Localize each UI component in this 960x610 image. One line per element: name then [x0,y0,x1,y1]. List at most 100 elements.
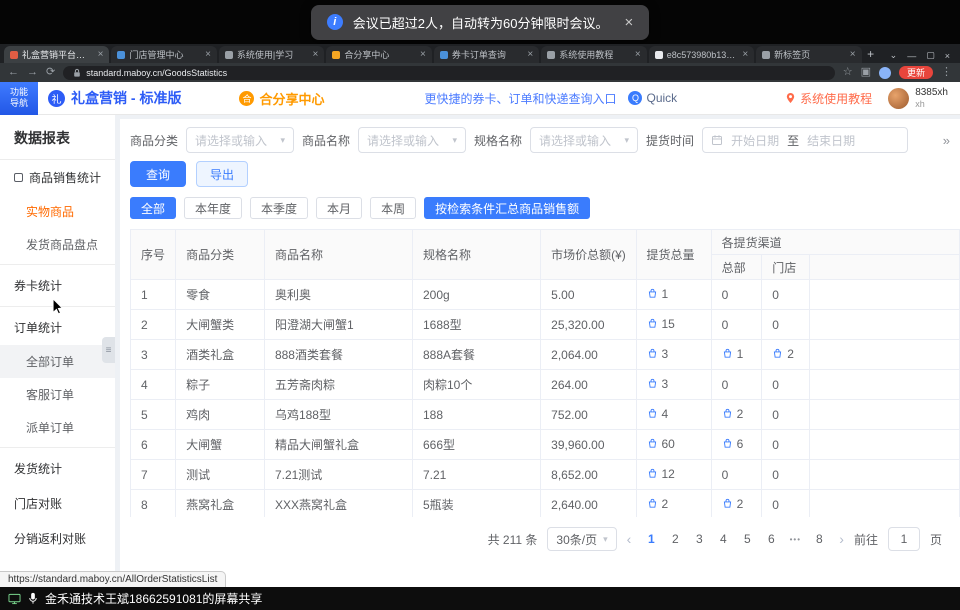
range-tab[interactable]: 本年度 [184,197,242,219]
sidebar-item-goods-sales-stats[interactable]: 商品销售统计 [0,160,115,195]
sidebar-item-shipment-goods-inventory[interactable]: 发货商品盘点 [0,228,115,261]
browser-tab[interactable]: 礼盒营销平台管理中心× [4,46,109,63]
page-number[interactable]: 4 [713,528,733,550]
cell-qty: 60 [636,430,711,460]
cell-name: 精品大闸蟹礼盒 [264,430,412,460]
url-text: standard.maboy.cn/GoodsStatistics [86,68,227,78]
sidebar-item-all-orders[interactable]: 全部订单 [0,345,115,378]
sidebar-item-physical-goods[interactable]: 实物商品 [0,195,115,228]
back-icon[interactable]: ← [8,67,19,78]
tab-close-icon[interactable]: × [635,50,641,60]
forward-icon[interactable]: → [27,67,38,78]
maximize-icon[interactable]: ▢ [926,50,935,61]
share-center-link[interactable]: 合 合分享中心 [239,89,324,108]
bookmark-star-icon[interactable]: ☆ [843,67,853,78]
screen-share-bar: 金禾通技术王斌18662591081的屏幕共享 [0,587,960,610]
page-number[interactable]: 2 [665,528,685,550]
page-ellipsis: ••• [785,528,805,550]
prev-page-icon[interactable]: ‹ [627,531,632,547]
sidebar-item-store-reconciliation[interactable]: 门店对账 [0,486,115,521]
tab-close-icon[interactable]: × [527,50,533,60]
extensions-icon[interactable]: ▣ [861,67,871,78]
sidebar-item-order-stats[interactable]: 订单统计 [0,310,115,345]
page-number[interactable]: 1 [641,528,661,550]
user-name: 8385xh [915,87,948,99]
goto-page-input[interactable]: 1 [888,527,920,551]
pagination-pages: 123456•••8 [641,528,829,550]
sidebar-item-label: 分销返利对账 [14,530,86,547]
minimize-icon[interactable]: — [907,51,916,61]
sidebar-item-service-orders[interactable]: 客服订单 [0,378,115,411]
tab-close-icon[interactable]: × [205,50,211,60]
close-icon[interactable]: × [624,15,633,30]
sidebar-item-card-stats[interactable]: 券卡统计 [0,268,115,303]
url-bar[interactable]: standard.maboy.cn/GoodsStatistics [63,66,834,80]
page-size-select[interactable]: 30条/页 ▾ [547,527,616,551]
tab-close-icon[interactable]: × [850,50,856,60]
sidebar-collapse-toggle[interactable]: ≡ [102,337,115,363]
function-nav-button[interactable]: 功能 导航 [0,82,38,115]
browser-tab[interactable]: e8c573980b1328a258fd2e6f× [649,46,754,63]
cell-spec: 5瓶装 [412,490,540,518]
browser-tab[interactable]: 门店管理中心× [111,46,216,63]
sidebar-item-dispatch-orders[interactable]: 派单订单 [0,411,115,444]
cell-hq: 6 [711,430,762,460]
profile-avatar[interactable] [879,67,891,79]
pickup-icon [722,348,733,362]
browser-tab[interactable]: 系统使用|学习× [219,46,324,63]
sidebar-menu: 商品销售统计实物商品发货商品盘点券卡统计订单统计全部订单客服订单派单订单发货统计… [0,160,115,556]
tab-close-icon[interactable]: × [98,50,104,60]
new-tab-button[interactable]: + [862,46,880,63]
cell-qty: 15 [636,310,711,340]
export-button[interactable]: 导出 [196,161,248,187]
browser-tab[interactable]: 券卡订单查询× [434,46,539,63]
cell-category: 燕窝礼盒 [176,490,265,518]
page-number[interactable]: 3 [689,528,709,550]
sidebar-item-distribution-rebate[interactable]: 分销返利对账 [0,521,115,556]
tutorial-link[interactable]: 系统使用教程 [785,90,872,107]
filter-select-spec-name[interactable]: 请选择或输入▾ [530,127,638,153]
tab-close-icon[interactable]: × [742,50,748,60]
page-number[interactable]: 5 [737,528,757,550]
range-tab[interactable]: 按检索条件汇总商品销售额 [424,197,590,219]
page-number[interactable]: 6 [761,528,781,550]
tab-close-icon[interactable]: × [420,50,426,60]
range-tab[interactable]: 本季度 [250,197,308,219]
browser-tab[interactable]: 新标签页× [756,46,861,63]
filter-select-goods-category[interactable]: 请选择或输入▾ [186,127,294,153]
pickup-count: 2 [787,347,794,361]
user-menu[interactable]: 8385xh xh [888,87,948,109]
range-tab[interactable]: 本周 [370,197,416,219]
page-size-value: 30条/页 [556,531,597,548]
update-button[interactable]: 更新 [899,66,933,79]
promo-link[interactable]: 更快捷的券卡、订单和快递查询入口 [424,90,616,107]
sidebar-item-shipping-stats[interactable]: 发货统计 [0,451,115,486]
range-tabs: 全部本年度本季度本月本周按检索条件汇总商品销售额 [130,197,960,219]
date-range-picker[interactable]: 开始日期至结束日期 [702,127,908,153]
collapse-filters-icon[interactable]: » [943,133,950,148]
range-tab[interactable]: 本月 [316,197,362,219]
quick-link[interactable]: Q Quick [628,91,677,105]
tab-menu-icon[interactable]: ⌄ [890,50,898,61]
range-tab[interactable]: 全部 [130,197,176,219]
cell-name: 7.21测试 [264,460,412,490]
date-end-placeholder: 结束日期 [807,132,855,149]
quick-label: Quick [646,91,677,105]
close-window-icon[interactable]: × [945,51,950,61]
tab-close-icon[interactable]: × [313,50,319,60]
page-number[interactable]: 8 [809,528,829,550]
lock-icon [73,68,81,78]
browser-tab[interactable]: 系统使用教程× [541,46,646,63]
refresh-icon[interactable]: ⟳ [46,67,55,78]
kebab-menu-icon[interactable]: ⋮ [941,67,952,78]
filter-select-goods-name[interactable]: 请选择或输入▾ [358,127,466,153]
tab-title: 合分享中心 [344,48,416,61]
pickup-count: 2 [737,407,744,421]
search-button[interactable]: 查询 [130,161,186,187]
browser-tab[interactable]: 合分享中心 × [326,46,431,63]
cell-qty: 1 [636,280,711,310]
brand-logo-icon: 礼 [48,90,65,107]
cell-hq: 1 [711,340,762,370]
cell-store: 0 [762,460,810,490]
next-page-icon[interactable]: › [839,531,844,547]
